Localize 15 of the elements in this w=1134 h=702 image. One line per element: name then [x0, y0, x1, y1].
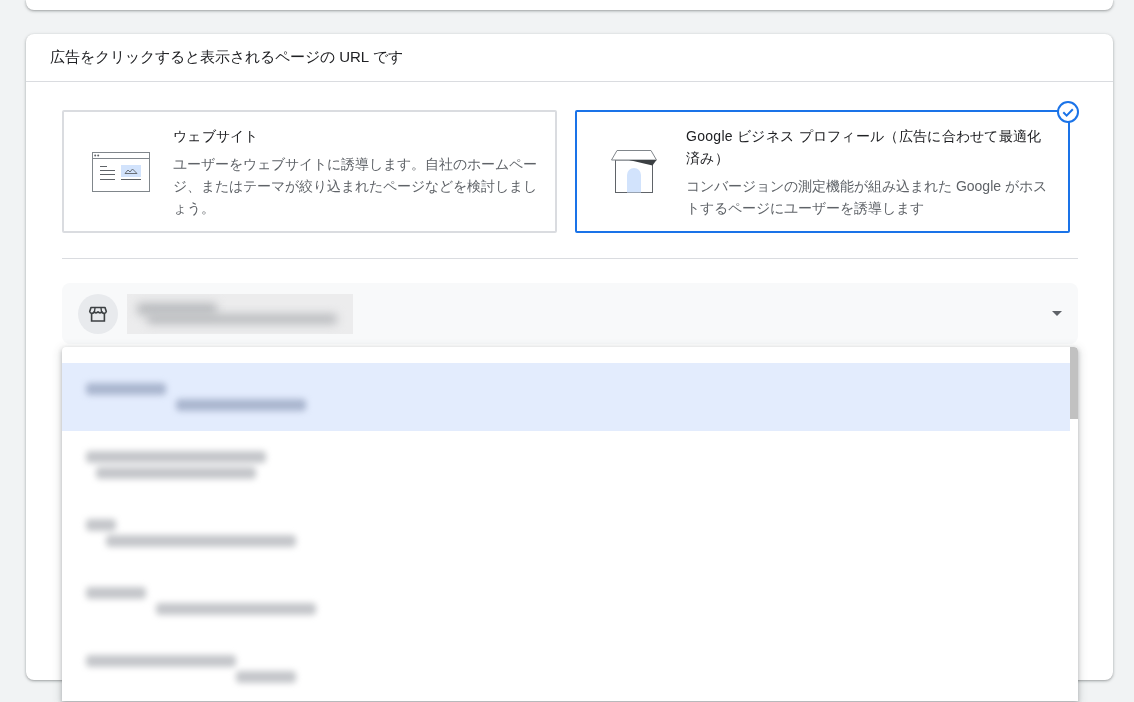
- option-title: ウェブサイト: [173, 126, 260, 146]
- browser-window-icon: [92, 151, 150, 192]
- caret-icon: [1052, 311, 1062, 316]
- option-card[interactable]: ウェブサイト ユーザーをウェブサイトに誘導します。自社のホームページ、またはテーマが絞り込まれたページなどを検討しましょう。: [62, 110, 557, 233]
- option-card[interactable]: Google ビジネス プロフィール（広告に合わせて最適化済み） コンバージョンの測定機能が組み込まれた Google がホストするページにユーザーを誘導します: [575, 110, 1070, 233]
- option-description: コンバージョンの測定機能が組み込まれた Google がホストするページにユーザーを誘導します: [686, 176, 1048, 218]
- section-title: 広告をクリックすると表示されるページの URL です: [50, 48, 403, 67]
- scrollbar-thumb[interactable]: [1070, 347, 1078, 419]
- profile-option[interactable]: [62, 363, 1070, 431]
- option-description: ユーザーをウェブサイトに誘導します。自社のホームページ、またはテーマが絞り込まれたページなどを検討しましょう。: [173, 154, 538, 218]
- storefront-icon: [611, 150, 657, 193]
- option-title: Google ビジネス プロフィール（広告に合わせて最適化済み）: [686, 126, 1043, 168]
- storefront-icon: [78, 293, 118, 334]
- profile-select[interactable]: [62, 283, 1078, 344]
- check-circle-icon: [1057, 101, 1079, 123]
